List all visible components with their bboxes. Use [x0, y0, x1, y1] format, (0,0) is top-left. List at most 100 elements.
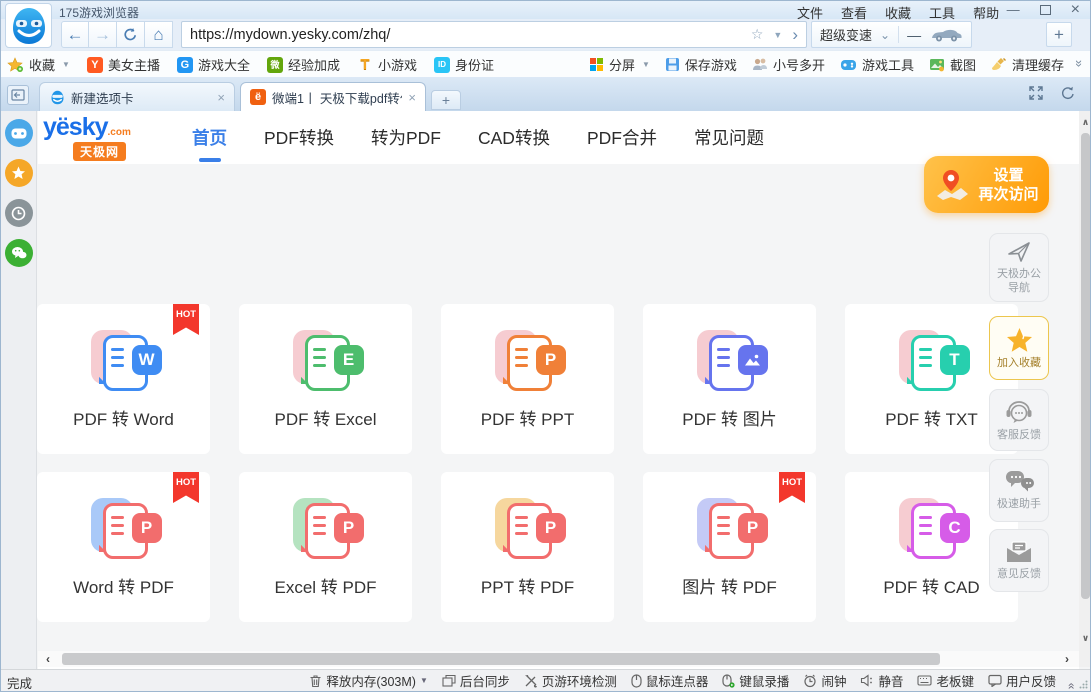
- revisit-settings-button[interactable]: 设置 再次访问: [924, 156, 1049, 213]
- card-pdf-to-word[interactable]: HOT W PDF 转 Word: [37, 304, 210, 454]
- pdf-to-word-icon: W: [86, 330, 162, 392]
- games-panel-button[interactable]: [5, 119, 33, 147]
- horizontal-scroll-thumb[interactable]: [62, 653, 940, 665]
- statusbar-collapse-icon[interactable]: »: [1064, 683, 1078, 690]
- back-button[interactable]: ←: [61, 21, 89, 48]
- card-pdf-to-ppt[interactable]: P PDF 转 PPT: [441, 304, 614, 454]
- home-button[interactable]: ⌂: [145, 21, 173, 48]
- browser-logo[interactable]: [5, 3, 52, 48]
- pdf-to-excel-icon: E: [288, 330, 364, 392]
- favorites-panel-button[interactable]: [5, 159, 33, 187]
- keyboard-icon: [917, 675, 932, 686]
- alarm-clock-button[interactable]: 闹钟: [803, 671, 846, 690]
- nav-faq[interactable]: 常见问题: [692, 125, 766, 150]
- mouse-clicker-button[interactable]: 鼠标连点器: [631, 671, 709, 690]
- horizontal-scrollbar[interactable]: ‹ ›: [38, 651, 1079, 667]
- minimize-button[interactable]: —: [1007, 5, 1020, 15]
- macro-recorder-button[interactable]: 键鼠录播: [722, 671, 789, 690]
- bookmark-beauty-live[interactable]: Y 美女主播: [87, 55, 160, 74]
- game-tools-button[interactable]: 游戏工具: [840, 55, 914, 74]
- maximize-button[interactable]: [1040, 5, 1051, 15]
- clear-cache-button[interactable]: 清理缓存: [991, 55, 1064, 74]
- nav-home[interactable]: 首页: [190, 125, 229, 150]
- speed-assistant-button[interactable]: 极速助手: [989, 459, 1049, 522]
- yesky-favicon: ë: [250, 89, 266, 105]
- split-screen-button[interactable]: 分屏 ▼: [589, 55, 650, 74]
- favorites-menu[interactable]: 收藏 ▼: [7, 55, 70, 74]
- vertical-scroll-thumb[interactable]: [1081, 133, 1090, 599]
- tab-new-tab[interactable]: 新建选项卡 ×: [39, 82, 235, 111]
- bookmark-mini-games[interactable]: T 小游戏: [357, 55, 417, 74]
- refresh-icon: [123, 27, 138, 42]
- speed-dropdown-icon[interactable]: ⌄: [880, 28, 890, 42]
- yesky-logo[interactable]: yësky.com 天极网: [43, 113, 173, 162]
- history-panel-button[interactable]: [5, 199, 33, 227]
- mute-button[interactable]: 静音: [860, 671, 903, 690]
- nav-pdf-convert[interactable]: PDF转换: [262, 125, 336, 150]
- restore-session-icon[interactable]: [1060, 85, 1076, 101]
- pdf-to-ppt-icon: P: [490, 330, 566, 392]
- bookmark-exp-bonus[interactable]: 微 经验加成: [267, 55, 340, 74]
- clock-icon: [11, 206, 26, 221]
- background-sync-button[interactable]: 后台同步: [442, 671, 510, 690]
- car-icon[interactable]: [929, 27, 963, 43]
- save-game-button[interactable]: 保存游戏: [665, 55, 737, 74]
- boss-key-button[interactable]: 老板键: [917, 671, 974, 690]
- speed-plus-button[interactable]: +: [1046, 22, 1072, 47]
- image-to-pdf-icon: P: [692, 498, 768, 560]
- scroll-up-icon[interactable]: ∧: [1079, 117, 1091, 128]
- resize-grip[interactable]: [1079, 680, 1088, 689]
- site-header: yësky.com 天极网 首页 PDF转换 转为PDF CAD转换 PDF合并…: [38, 111, 1079, 164]
- screenshot-icon: [929, 58, 945, 72]
- free-memory-button[interactable]: 释放内存(303M) ▼: [309, 671, 428, 690]
- nav-cad-convert[interactable]: CAD转换: [476, 125, 552, 150]
- url-text[interactable]: https://mydown.yesky.com/zhq/: [190, 27, 741, 43]
- address-bar[interactable]: https://mydown.yesky.com/zhq/ ☆ ▼ ›: [181, 21, 807, 48]
- add-favorite-button[interactable]: 加入收藏: [989, 316, 1049, 380]
- card-word-to-pdf[interactable]: HOT P Word 转 PDF: [37, 472, 210, 622]
- card-image-to-pdf[interactable]: HOT P 图片 转 PDF: [643, 472, 816, 622]
- speed-minus-button[interactable]: —: [907, 27, 921, 43]
- close-button[interactable]: ×: [1071, 4, 1080, 16]
- card-pdf-to-image[interactable]: PDF 转 图片: [643, 304, 816, 454]
- collapse-sidebar-button[interactable]: [7, 85, 29, 105]
- bookmark-id-card[interactable]: ID 身份证: [434, 55, 494, 74]
- scroll-left-icon[interactable]: ‹: [46, 652, 50, 666]
- screenshot-button[interactable]: 截图: [929, 55, 976, 74]
- gamepad-icon: [11, 128, 27, 139]
- card-label: PDF 转 PPT: [441, 405, 614, 430]
- status-bar: 完成 释放内存(303M) ▼ 后台同步: [1, 669, 1090, 691]
- tab-close-icon[interactable]: ×: [217, 90, 225, 105]
- toolbar-overflow-icon[interactable]: »: [1072, 60, 1087, 67]
- fullscreen-icon[interactable]: [1028, 85, 1044, 101]
- bookmark-star-icon[interactable]: ☆: [751, 26, 764, 43]
- trash-icon: [309, 674, 322, 688]
- window-controls: — ×: [1007, 3, 1080, 17]
- nav-pdf-merge[interactable]: PDF合并: [585, 125, 659, 150]
- refresh-button[interactable]: [117, 21, 145, 48]
- bookmark-game-hall[interactable]: G 游戏大全: [177, 55, 250, 74]
- map-pin-icon: [934, 169, 970, 201]
- new-tab-button[interactable]: +: [431, 90, 461, 110]
- multi-account-button[interactable]: 小号多开: [752, 55, 825, 74]
- url-dropdown-icon[interactable]: ▼: [773, 30, 782, 40]
- card-ppt-to-pdf[interactable]: P PPT 转 PDF: [441, 472, 614, 622]
- env-check-button[interactable]: 页游环境检测: [524, 671, 617, 690]
- feedback-button[interactable]: 意见反馈: [989, 529, 1049, 592]
- scroll-right-icon[interactable]: ›: [1065, 652, 1069, 666]
- wechat-panel-button[interactable]: [5, 239, 33, 267]
- customer-service-button[interactable]: 客服反馈: [989, 389, 1049, 451]
- tab-yesky-pdf[interactable]: ë 微端1丨 天极下载pdf转化 ×: [240, 82, 426, 111]
- speed-mode-label[interactable]: 超级变速: [820, 25, 872, 44]
- nav-to-pdf[interactable]: 转为PDF: [369, 125, 443, 150]
- scroll-down-icon[interactable]: ∨: [1079, 633, 1091, 644]
- go-icon[interactable]: ›: [792, 25, 798, 45]
- office-nav-button[interactable]: 天极办公 导航: [989, 233, 1049, 302]
- card-pdf-to-excel[interactable]: E PDF 转 Excel: [239, 304, 412, 454]
- user-feedback-button[interactable]: 用户反馈: [988, 671, 1056, 690]
- vertical-scrollbar[interactable]: ∧ ∨: [1079, 111, 1091, 667]
- card-excel-to-pdf[interactable]: P Excel 转 PDF: [239, 472, 412, 622]
- forward-button[interactable]: →: [89, 21, 117, 48]
- hot-badge: HOT: [173, 304, 199, 335]
- tab-close-icon[interactable]: ×: [408, 90, 416, 105]
